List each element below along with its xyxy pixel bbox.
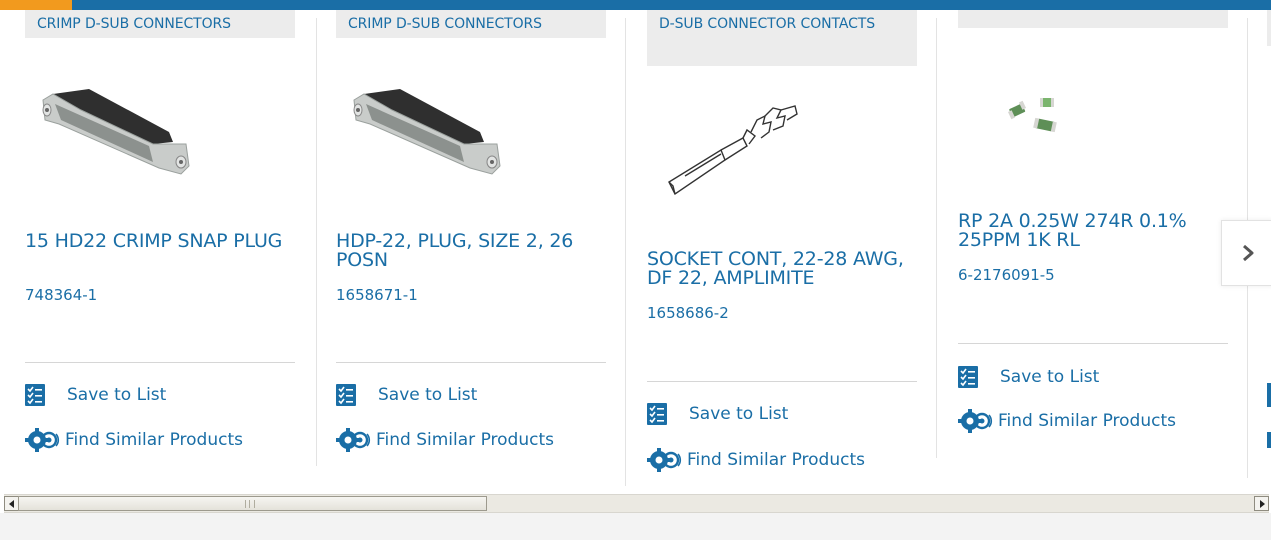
scroll-right-arrow[interactable] [1254, 496, 1269, 511]
d-sub-plug-image[interactable] [41, 82, 201, 186]
d-sub-plug-image[interactable] [352, 82, 512, 186]
gears-icon [336, 428, 371, 452]
save-to-list-button[interactable]: Save to List [25, 383, 166, 407]
product-carousel: CRIMP D-SUB CONNECTORS 15 HD22 CRIMP SNA… [0, 10, 1271, 490]
checklist-icon [647, 403, 667, 425]
gears-icon [958, 409, 993, 433]
product-title[interactable]: 15 HD22 CRIMP SNAP PLUG [25, 232, 295, 251]
product-category[interactable]: CRIMP D-SUB CONNECTORS [25, 10, 295, 38]
save-to-list-button[interactable]: Save to List [958, 365, 1099, 389]
find-similar-products-button[interactable]: Find Similar Products [958, 409, 1176, 433]
gears-icon [647, 448, 682, 472]
product-category[interactable]: CRIMP D-SUB CONNECTORS [336, 10, 606, 38]
save-to-list-label: Save to List [378, 385, 478, 405]
product-category[interactable]: D-SUB CONNECTOR CONTACTS [647, 10, 917, 66]
scrollbar-thumb[interactable] [18, 496, 487, 511]
top-bar-orange-accent [0, 0, 72, 10]
horizontal-scrollbar[interactable] [4, 494, 1269, 513]
card-divider-line [25, 362, 295, 363]
part-number[interactable]: 748364-1 [25, 286, 97, 304]
product-card: CRIMP D-SUB CONNECTORS 15 HD22 CRIMP SNA… [25, 10, 297, 480]
find-similar-products-button[interactable]: Find Similar Products [25, 428, 243, 452]
find-similar-products-button[interactable]: Find Similar Products [336, 428, 554, 452]
checklist-icon [25, 384, 45, 406]
socket-contact-image[interactable] [665, 102, 805, 206]
save-to-list-label: Save to List [1000, 367, 1100, 387]
product-card: CRIMP D-SUB CONNECTORS HDP-22, PLUG, SIZ… [336, 10, 608, 480]
save-to-list-button[interactable]: Save to List [336, 383, 477, 407]
page-bottom-area [0, 513, 1271, 540]
find-similar-products-button[interactable]: Find Similar Products [647, 448, 865, 472]
triangle-left-icon [8, 499, 14, 508]
checklist-icon [958, 366, 978, 388]
product-title[interactable]: HDP-22, PLUG, SIZE 2, 26 POSN [336, 232, 606, 270]
scroll-left-arrow[interactable] [4, 496, 19, 511]
product-category[interactable] [958, 10, 1228, 28]
checklist-icon[interactable] [1267, 383, 1271, 407]
gears-icon [25, 428, 60, 452]
product-category[interactable] [1267, 10, 1271, 46]
part-number[interactable]: 6-2176091-5 [958, 266, 1055, 284]
card-divider-line [647, 381, 917, 382]
chevron-right-icon [1242, 244, 1253, 262]
product-title[interactable]: RP 2A 0.25W 274R 0.1% 25PPM 1K RL [958, 212, 1228, 250]
find-similar-products-label: Find Similar Products [65, 430, 243, 450]
card-separator [936, 18, 937, 458]
part-number[interactable]: 1658686-2 [647, 304, 729, 322]
part-number[interactable]: 1658671-1 [336, 286, 418, 304]
top-accent-bar [0, 0, 1271, 10]
card-divider-line [958, 343, 1228, 344]
carousel-next-button[interactable] [1221, 220, 1271, 286]
find-similar-products-label: Find Similar Products [376, 430, 554, 450]
save-to-list-button[interactable]: Save to List [647, 402, 788, 426]
product-card: RP 2A 0.25W 274R 0.1% 25PPM 1K RL 6-2176… [958, 10, 1230, 480]
checklist-icon [336, 384, 356, 406]
product-card: D-SUB CONNECTOR CONTACTS SOCKET CONT, 22… [647, 10, 919, 480]
find-similar-products-label: Find Similar Products [998, 411, 1176, 431]
save-to-list-label: Save to List [67, 385, 167, 405]
card-divider-line [336, 362, 606, 363]
chip-resistor-image[interactable] [1004, 90, 1064, 144]
card-separator [625, 18, 626, 486]
scrollbar-grip [245, 500, 255, 508]
save-to-list-label: Save to List [689, 404, 789, 424]
gears-icon[interactable] [1267, 432, 1271, 448]
triangle-right-icon [1259, 499, 1265, 508]
product-title[interactable]: SOCKET CONT, 22-28 AWG, DF 22, AMPLIMITE [647, 250, 917, 288]
card-separator [316, 18, 317, 466]
find-similar-products-label: Find Similar Products [687, 450, 865, 470]
